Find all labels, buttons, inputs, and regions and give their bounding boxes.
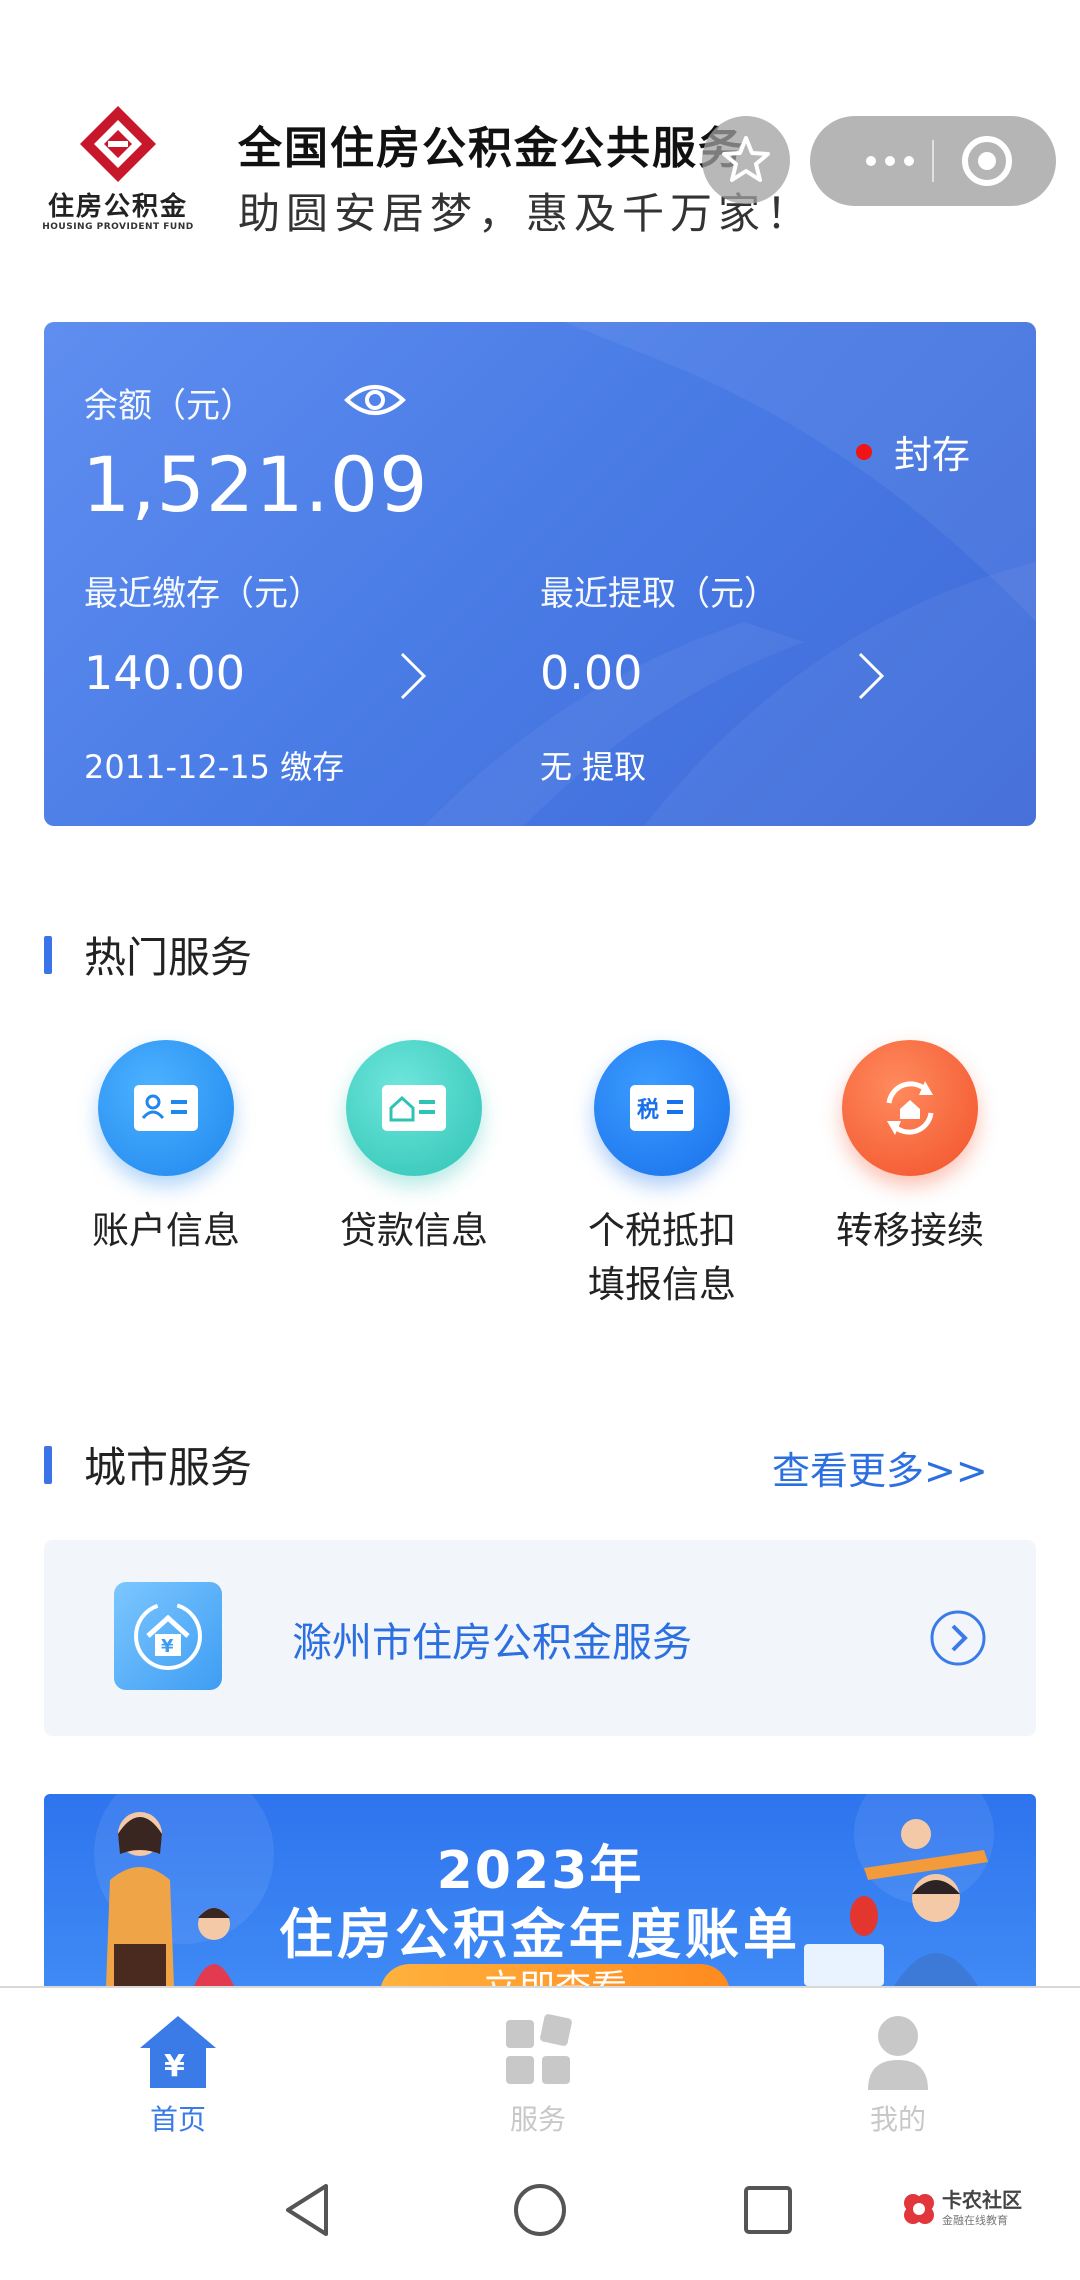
- withdraw-chevron-right-icon[interactable]: [856, 650, 886, 702]
- city-service-label: 滁州市住房公积金服务: [292, 1620, 692, 1666]
- city-service-item[interactable]: ¥ 滁州市住房公积金服务: [44, 1540, 1036, 1736]
- service-transfer[interactable]: 转移接续: [810, 1040, 1010, 1258]
- loan-card-icon: [346, 1040, 482, 1176]
- status-text: 封存: [894, 433, 971, 477]
- service-label: 转移接续: [836, 1209, 984, 1252]
- balance-label: 余额（元）: [84, 386, 254, 426]
- watermark-subtext: 金融在线教育: [942, 2214, 1008, 2227]
- watermark-logo-icon: [904, 2194, 934, 2224]
- back-triangle-icon[interactable]: [278, 2180, 338, 2240]
- section-accent-bar: [44, 1445, 52, 1484]
- service-label: 账户信息: [92, 1209, 240, 1252]
- service-label: 个税抵扣 填报信息: [588, 1209, 736, 1306]
- banner-title: 住房公积金年度账单: [279, 1903, 801, 1966]
- service-account-info[interactable]: 账户信息: [66, 1040, 266, 1258]
- home-yuan-icon: ¥: [140, 2016, 216, 2088]
- tab-label: 首页: [149, 2103, 206, 2136]
- tax-card-icon: 税: [594, 1040, 730, 1176]
- hot-services-heading: 热门服务: [44, 924, 252, 985]
- housing-fund-logo: 住房公积金 HOUSING PROVIDENT FUND: [40, 104, 196, 234]
- tab-services[interactable]: 服务: [438, 2014, 638, 2138]
- svg-text:¥: ¥: [161, 1636, 174, 1657]
- logo-emblem-icon: [80, 106, 156, 182]
- recents-square-icon[interactable]: [738, 2180, 798, 2240]
- star-icon: [722, 136, 770, 182]
- user-profile-icon: [868, 2016, 928, 2090]
- capsule-divider: [932, 140, 934, 182]
- logo-text: 住房公积金: [47, 192, 188, 222]
- section-accent-bar: [44, 935, 52, 974]
- app-header: 住房公积金 HOUSING PROVIDENT FUND 全国住房公积金公共服务…: [0, 0, 1080, 300]
- tab-home[interactable]: ¥ 首页: [78, 2014, 278, 2138]
- service-loan-info[interactable]: 贷款信息: [314, 1040, 514, 1258]
- view-more-link[interactable]: 查看更多>>: [772, 1440, 988, 1495]
- city-services-title: 城市服务: [84, 1443, 253, 1492]
- recent-withdraw-label: 最近提取（元）: [540, 574, 778, 614]
- recent-withdraw-note: 无 提取: [540, 748, 647, 786]
- service-label: 贷款信息: [340, 1209, 488, 1252]
- balance-value: 1,521.09: [82, 440, 429, 529]
- system-navigation-bar: 卡农社区 金融在线教育: [0, 2136, 1080, 2280]
- hot-services-grid: 账户信息 贷款信息 税 个税抵扣 填报信息 转移接续: [44, 1040, 1036, 1340]
- circle-chevron-right-icon[interactable]: [928, 1608, 988, 1668]
- tab-label: 我的: [869, 2103, 926, 2136]
- balance-card: 余额（元） 1,521.09 封存 最近缴存（元） 140.00 2011-12…: [44, 322, 1036, 826]
- city-house-icon: ¥: [114, 1582, 222, 1690]
- recent-deposit-label: 最近缴存（元）: [84, 574, 322, 614]
- close-target-icon[interactable]: [960, 134, 1014, 188]
- eye-visibility-icon[interactable]: [344, 380, 406, 420]
- banner-view-button[interactable]: 立即查看: [380, 1964, 730, 1986]
- tab-label: 服务: [509, 2103, 566, 2136]
- recent-deposit-note: 2011-12-15 缴存: [84, 748, 345, 786]
- watermark: 卡农社区 金融在线教育: [900, 2182, 1030, 2236]
- recent-deposit-value[interactable]: 140.00: [84, 646, 245, 700]
- hot-services-title: 热门服务: [84, 933, 253, 982]
- annual-bill-banner[interactable]: 2023年 住房公积金年度账单 立即查看: [44, 1794, 1036, 1986]
- status-dot: [856, 443, 872, 460]
- page-title: 全国住房公积金公共服务: [238, 123, 744, 174]
- home-circle-icon[interactable]: [510, 2180, 570, 2240]
- tax-badge-text: 税: [637, 1097, 659, 1123]
- favorite-button[interactable]: [702, 116, 790, 204]
- account-card-icon: [98, 1040, 234, 1176]
- deposit-chevron-right-icon[interactable]: [398, 650, 428, 702]
- bottom-tab-bar: ¥ 首页 服务 我的: [0, 1986, 1080, 2136]
- services-grid-icon: [506, 2014, 572, 2084]
- recent-withdraw-value[interactable]: 0.00: [540, 646, 642, 700]
- account-status: 封存: [856, 424, 970, 479]
- logo-subtext: HOUSING PROVIDENT FUND: [42, 222, 194, 232]
- transfer-house-icon: [842, 1040, 978, 1176]
- watermark-text: 卡农社区: [942, 2188, 1022, 2212]
- city-services-heading: 城市服务: [44, 1434, 252, 1495]
- miniprogram-capsule: [810, 116, 1056, 206]
- tab-mine[interactable]: 我的: [798, 2014, 998, 2138]
- service-tax-deduction[interactable]: 税 个税抵扣 填报信息: [562, 1040, 762, 1312]
- svg-text:¥: ¥: [164, 2049, 185, 2084]
- more-menu-button[interactable]: [850, 136, 930, 186]
